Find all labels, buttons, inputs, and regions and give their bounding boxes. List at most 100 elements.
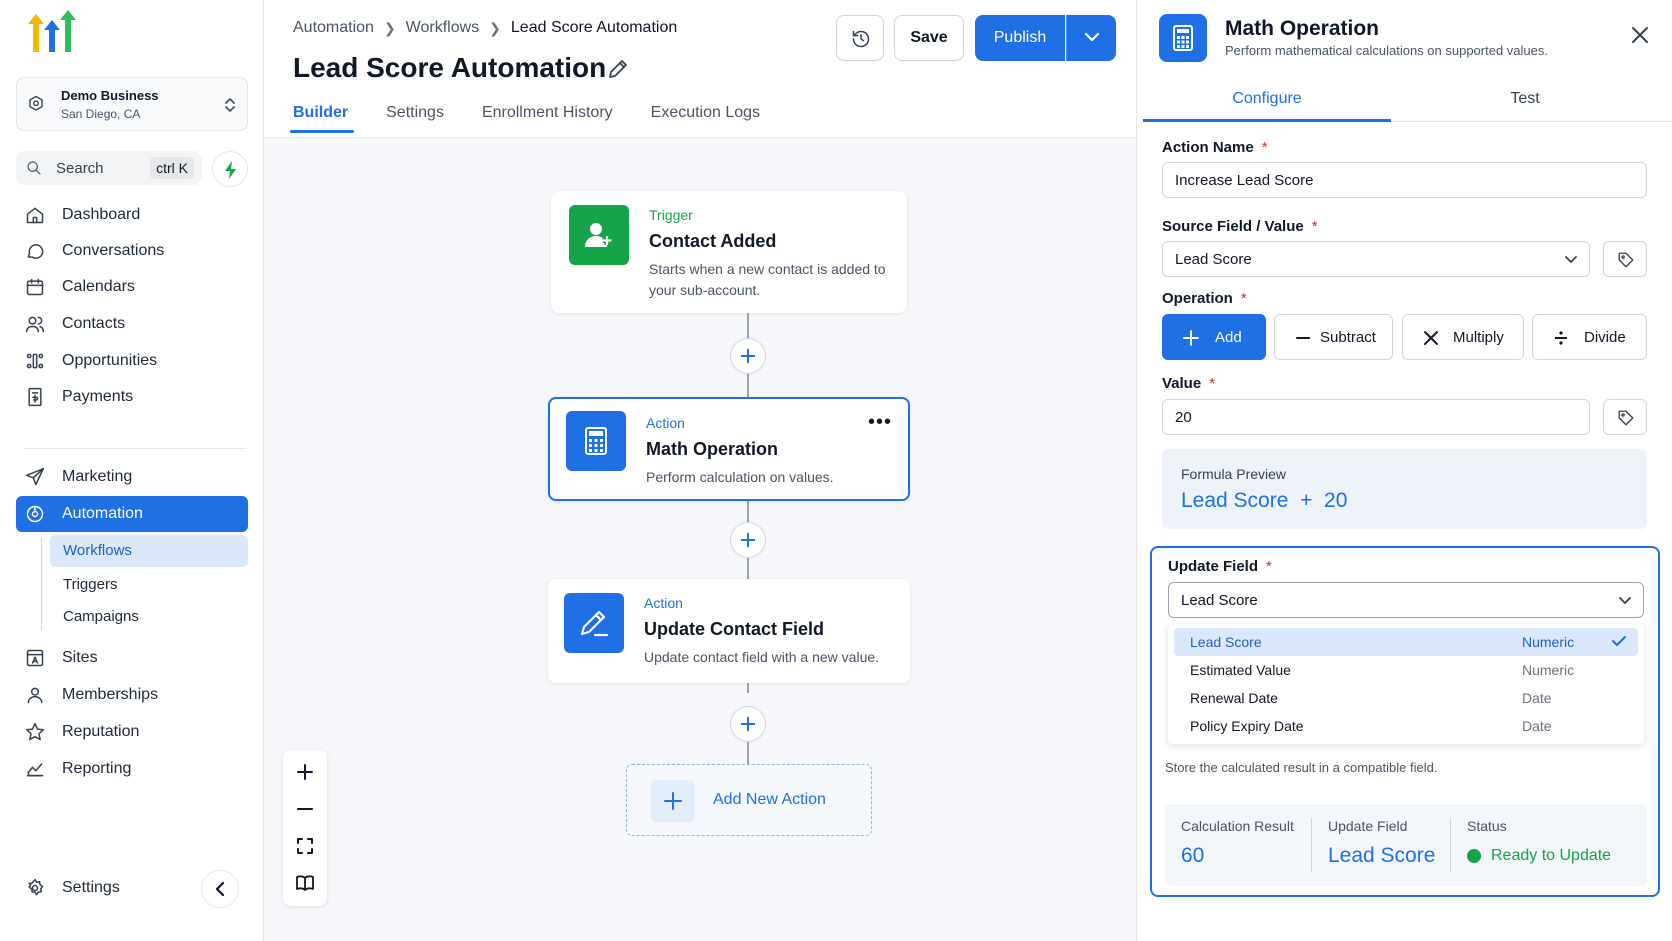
operation-multiply-button[interactable]: Multiply [1402,314,1524,360]
dropdown-option[interactable]: Policy Expiry Date Date [1174,712,1638,740]
operation-label-text: Subtract [1320,329,1376,346]
plus-icon [651,780,695,822]
update-field-select[interactable]: Lead Score [1168,582,1644,618]
sidebar-item-marketing[interactable]: Marketing [16,459,248,495]
quick-action-button[interactable] [212,151,248,187]
page-title: Lead Score Automation [293,52,607,83]
business-location: San Diego, CA [61,107,141,121]
business-switcher[interactable]: Demo Business San Diego, CA [16,77,248,131]
zoom-out-icon[interactable] [295,799,315,819]
operation-add-button[interactable]: Add [1162,314,1266,360]
action-node-math-operation[interactable]: Action Math Operation Perform calculatio… [548,397,910,501]
trigger-node-contact-added[interactable]: Trigger Contact Added Starts when a new … [551,191,907,313]
operation-divide-button[interactable]: Divide [1532,314,1647,360]
operation-subtract-button[interactable]: Subtract [1274,314,1393,360]
chevron-down-icon [1619,595,1631,605]
result-field-label: Update Field [1328,818,1408,834]
fit-view-icon[interactable] [295,836,315,856]
sidebar-subitem-workflows[interactable]: Workflows [50,535,248,567]
tab-enrollment-history[interactable]: Enrollment History [482,104,613,132]
sidebar-item-memberships[interactable]: Memberships [16,677,248,713]
node-title: Update Contact Field [644,619,825,639]
source-tag-button[interactable] [1603,241,1647,277]
business-icon [27,95,45,113]
home-icon [25,205,45,225]
dropdown-option[interactable]: Estimated Value Numeric [1174,656,1638,684]
action-node-update-contact-field[interactable]: Action Update Contact Field Update conta… [548,579,910,683]
status-label: Status [1467,818,1507,834]
sidebar-item-sites[interactable]: Sites [16,640,248,676]
add-step-button[interactable] [730,706,766,742]
sidebar-item-label: Contacts [62,315,126,332]
add-step-button[interactable] [730,338,766,374]
tab-configure[interactable]: Configure [1143,90,1391,122]
sidebar-subitem-label: Workflows [63,542,132,559]
value-label: Value * [1162,375,1215,392]
save-button[interactable]: Save [894,15,964,61]
opportunities-icon [25,351,45,371]
publish-options-button[interactable] [1066,15,1116,61]
more-options-icon[interactable]: ••• [868,412,892,432]
sidebar-subitem-triggers[interactable]: Triggers [50,569,248,601]
calculator-icon [1159,14,1207,62]
formula-preview: Formula Preview Lead Score + 20 [1162,449,1647,529]
sidebar-item-reputation[interactable]: Reputation [16,714,248,750]
tab-builder[interactable]: Builder [289,104,355,133]
calendar-icon [25,277,45,297]
select-value: Lead Score [1181,592,1258,609]
publish-button[interactable]: Publish [975,15,1065,61]
history-button[interactable] [836,15,884,61]
source-field-select[interactable]: Lead Score [1162,241,1590,277]
sidebar-item-label: Automation [62,505,143,522]
action-name-input[interactable]: Increase Lead Score [1162,162,1647,198]
update-field-label: Update Field * [1168,558,1272,575]
field-label-text: Operation [1162,290,1233,307]
collapse-sidebar-button[interactable] [201,870,239,908]
result-value: 60 [1181,844,1205,867]
close-icon[interactable] [1630,25,1650,45]
app-logo-icon[interactable] [26,10,82,56]
lightning-icon [225,161,236,179]
update-field-help: Store the calculated result in a compati… [1165,760,1438,775]
add-step-button[interactable] [730,522,766,558]
sidebar-item-label: Marketing [62,468,133,485]
sidebar-item-label: Reputation [62,723,140,740]
sidebar-item-reporting[interactable]: Reporting [16,751,248,787]
node-description: Perform calculation on values. [646,469,834,485]
edit-pencil-icon[interactable] [606,57,630,81]
tab-settings[interactable]: Settings [386,104,444,132]
update-field-dropdown: Lead Score Numeric Estimated Value Numer… [1168,624,1644,744]
sidebar-item-contacts[interactable]: Contacts [16,306,248,342]
sidebar-subitem-label: Campaigns [63,608,139,625]
sidebar-item-automation[interactable]: Automation [16,496,248,532]
book-icon[interactable] [295,873,315,893]
workflow-canvas[interactable]: Trigger Contact Added Starts when a new … [264,139,1136,941]
sidebar-item-dashboard[interactable]: Dashboard [16,197,248,233]
send-icon [25,467,45,487]
zoom-in-icon[interactable] [295,762,315,782]
breadcrumb-workflows[interactable]: Workflows [406,19,480,37]
tab-test[interactable]: Test [1401,90,1649,122]
math-operation-panel: Math Operation Perform mathematical calc… [1136,0,1672,941]
sidebar-subitem-campaigns[interactable]: Campaigns [50,601,248,633]
sidebar-item-label: Reporting [62,760,132,777]
sidebar-item-opportunities[interactable]: Opportunities [16,343,248,379]
required-marker: * [1240,290,1247,307]
value-input[interactable]: 20 [1162,399,1590,435]
plus-icon [741,349,755,363]
breadcrumb-automation[interactable]: Automation [293,19,374,37]
sidebar-item-calendars[interactable]: Calendars [16,269,248,305]
node-title: Contact Added [649,231,777,251]
sidebar-item-label: Opportunities [62,352,158,369]
add-new-action-button[interactable]: Add New Action [626,764,872,836]
sidebar-item-label: Conversations [62,242,165,259]
sidebar-item-payments[interactable]: Payments [16,379,248,415]
value-tag-button[interactable] [1603,399,1647,435]
tab-execution-logs[interactable]: Execution Logs [651,104,760,132]
sidebar-item-label: Calendars [62,278,135,295]
search-input[interactable]: Search ctrl K [16,151,202,185]
sidebar-item-conversations[interactable]: Conversations [16,233,248,269]
dropdown-option[interactable]: Renewal Date Date [1174,684,1638,712]
dropdown-option[interactable]: Lead Score Numeric [1174,628,1638,656]
check-icon [1612,635,1626,647]
